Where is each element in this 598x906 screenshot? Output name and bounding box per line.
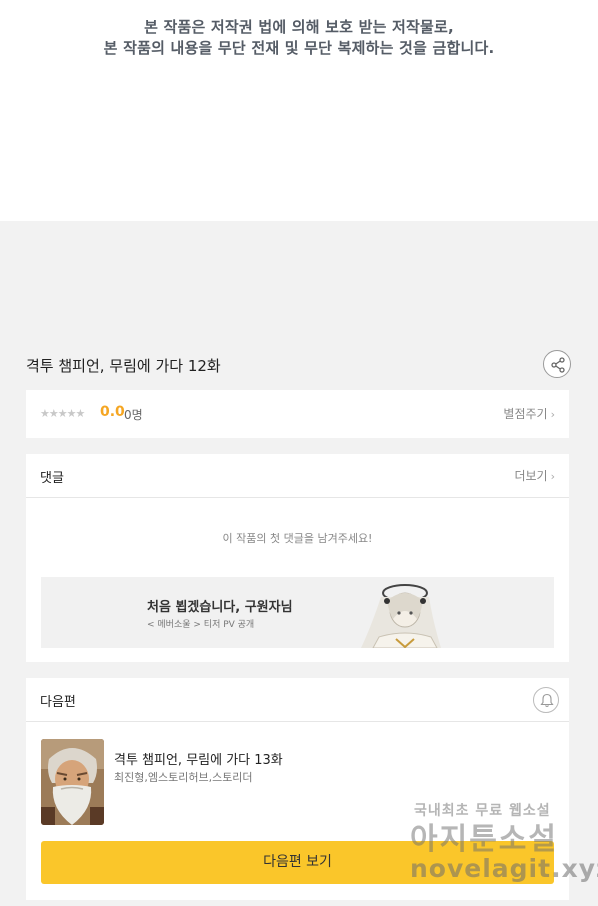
share-icon <box>551 357 565 373</box>
rating-card: ★★★★★ 0.0 0명 별점주기 › <box>26 390 569 438</box>
bell-icon <box>540 693 554 708</box>
comments-card: 댓글 더보기 › 이 작품의 첫 댓글을 남겨주세요! 처음 뵙겠습니다, 구원자… <box>26 454 569 662</box>
rating-score: 0.0 <box>100 404 125 420</box>
next-episode-authors: 최진형,엠스토리허브,스토리더 <box>114 771 253 784</box>
site-watermark: 국내최초 무료 웹소설 아지툰소설 novelagit.xyz <box>410 800 598 890</box>
promo-banner-title: 처음 뵙겠습니다, 구원자님 <box>147 600 293 615</box>
next-episode-header: 다음편 <box>26 678 569 722</box>
rating-stars: ★★★★★ <box>40 407 85 420</box>
promo-banner-character-image <box>361 584 441 648</box>
copyright-notice: 본 작품은 저작권 법에 의해 보호 받는 저작물로, 본 작품의 내용을 무단… <box>0 0 598 221</box>
rate-button[interactable]: 별점주기 › <box>503 405 555 422</box>
promo-banner[interactable]: 처음 뵙겠습니다, 구원자님 < 메버소울 > 티저 PV 공개 <box>41 577 554 648</box>
episode-title: 격투 챔피언, 무림에 가다 12화 <box>26 357 221 375</box>
comments-more-link[interactable]: 더보기 › <box>514 467 555 484</box>
comments-header: 댓글 더보기 › <box>26 454 569 498</box>
next-episode-title[interactable]: 격투 챔피언, 무림에 가다 13화 <box>114 749 283 768</box>
watermark-site-name: 아지툰소설 <box>410 822 558 857</box>
copyright-notice-line-1: 본 작품은 저작권 법에 의해 보호 받는 저작물로, <box>144 18 454 36</box>
comments-title: 댓글 <box>40 471 64 486</box>
next-episode-thumbnail[interactable] <box>41 739 104 825</box>
copyright-notice-line-2: 본 작품의 내용을 무단 전재 및 무단 복제하는 것을 금합니다. <box>103 39 495 57</box>
chevron-right-icon: › <box>550 408 555 421</box>
comments-empty-message: 이 작품의 첫 댓글을 남겨주세요! <box>222 532 373 545</box>
rating-count: 0명 <box>124 408 143 422</box>
comments-more-label: 더보기 <box>514 469 548 483</box>
next-episode-thumbnail-image <box>41 739 104 825</box>
rate-button-label: 별점주기 <box>503 407 548 421</box>
episode-title-row: 격투 챔피언, 무림에 가다 12화 <box>26 350 571 380</box>
next-episode-section-title: 다음편 <box>40 695 76 710</box>
share-button[interactable] <box>543 350 571 378</box>
chevron-right-icon: › <box>550 470 555 483</box>
watermark-domain: novelagit.xyz <box>410 854 598 883</box>
notification-bell-button[interactable] <box>533 687 559 713</box>
promo-banner-subtitle: < 메버소울 > 티저 PV 공개 <box>147 620 255 630</box>
